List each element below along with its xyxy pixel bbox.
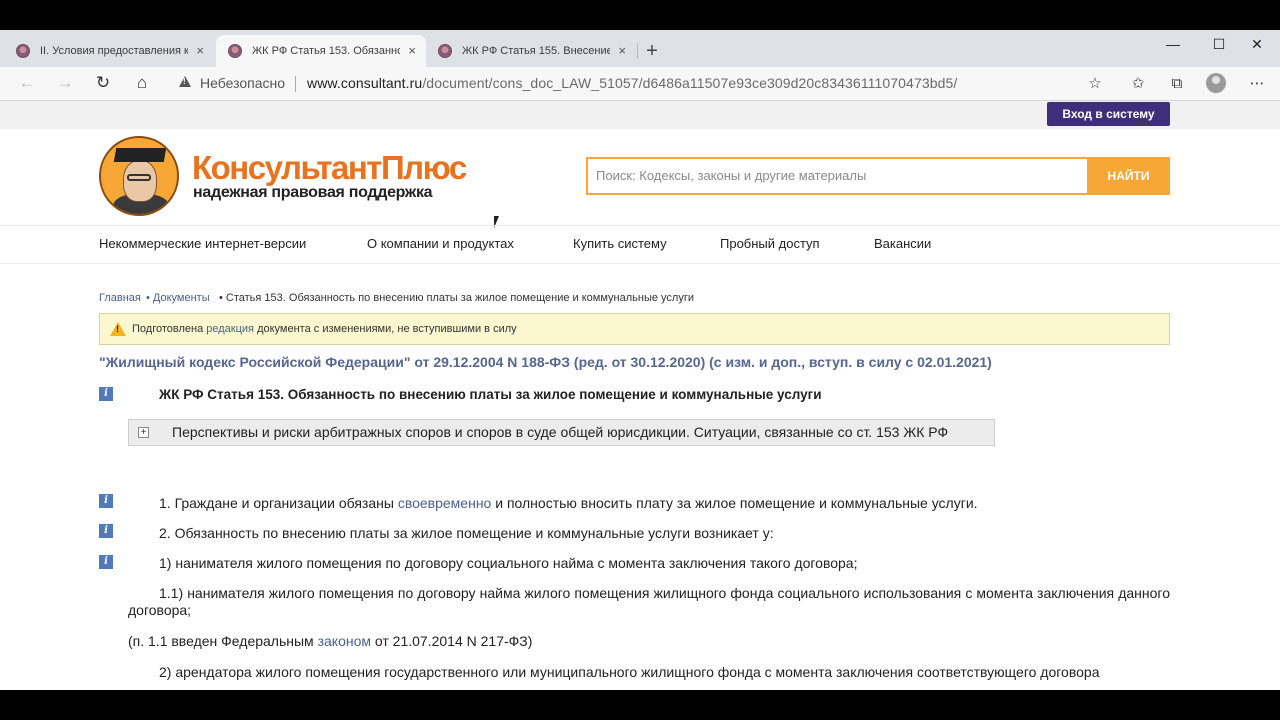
paragraph-5: (п. 1.1 введен Федеральным законом от 21… <box>128 633 533 649</box>
consultant-logo-icon[interactable] <box>99 136 179 216</box>
new-tab-button[interactable]: + <box>642 35 662 67</box>
breadcrumb-current: • Статья 153. Обязанность по внесению пл… <box>219 292 694 304</box>
close-window-button[interactable]: ✕ <box>1234 30 1280 60</box>
favorite-star-icon[interactable]: ☆ <box>1084 73 1106 95</box>
tab-article-155[interactable]: ЖК РФ Статья 155. Внесение пл × <box>426 35 636 67</box>
paragraph-1: 1. Граждане и организации обязаны своевр… <box>159 495 978 511</box>
tab-conditions[interactable]: II. Условия предоставления ком × <box>4 35 214 67</box>
code-title[interactable]: "Жилищный кодекс Российской Федерации" о… <box>99 354 992 370</box>
nav-noncommercial[interactable]: Некоммерческие интернет-версии <box>99 236 306 251</box>
nav-trial[interactable]: Пробный доступ <box>720 236 820 251</box>
close-tab-icon[interactable]: × <box>196 35 204 67</box>
url-host: www.consultant.ru <box>307 75 423 91</box>
paragraph-6: 2) арендатора жилого помещения государст… <box>159 664 1100 680</box>
mouse-cursor-icon <box>494 216 499 228</box>
browser-toolbar: ← → ↻ ⌂ Небезопасно www.consultant.ru/do… <box>0 67 1280 101</box>
breadcrumb-home[interactable]: Главная <box>99 292 141 304</box>
close-tab-icon[interactable]: × <box>408 35 416 67</box>
forward-icon[interactable]: → <box>54 72 76 94</box>
collections-icon[interactable]: ⧉ <box>1166 73 1188 95</box>
back-icon[interactable]: ← <box>16 72 38 94</box>
browser-window: II. Условия предоставления ком × ЖК РФ С… <box>0 30 1280 690</box>
profile-avatar-icon[interactable] <box>1206 73 1226 93</box>
tab-title: ЖК РФ Статья 153. Обязанность <box>252 45 400 57</box>
tab-article-153[interactable]: ЖК РФ Статья 153. Обязанность × <box>216 35 426 67</box>
brand-tagline: надежная правовая поддержка <box>193 184 433 201</box>
edition-notice: Подготовлена редакция документа с измене… <box>99 313 1170 345</box>
close-tab-icon[interactable]: × <box>618 35 626 67</box>
info-icon[interactable]: i <box>99 555 113 569</box>
search-button[interactable]: НАЙТИ <box>1087 157 1170 195</box>
tab-bar: II. Условия предоставления ком × ЖК РФ С… <box>0 30 1280 67</box>
url-path: /document/cons_doc_LAW_51057/d6486a11507… <box>422 75 958 91</box>
consultant-favicon-icon <box>228 44 242 58</box>
timely-link[interactable]: своевременно <box>398 495 492 511</box>
login-button[interactable]: Вход в систему <box>1047 102 1170 126</box>
nav-vacancies[interactable]: Вакансии <box>874 236 931 251</box>
info-icon[interactable]: i <box>99 524 113 538</box>
security-label: Небезопасно <box>200 75 286 91</box>
warning-icon <box>179 76 191 87</box>
reload-icon[interactable]: ↻ <box>92 72 114 94</box>
perspectives-block[interactable]: + Перспективы и риски арбитражных споров… <box>128 419 995 446</box>
edition-link[interactable]: редакция <box>206 323 254 335</box>
nav-divider <box>0 263 1280 264</box>
tab-title: ЖК РФ Статья 155. Внесение пл <box>462 45 610 57</box>
consultant-favicon-icon <box>438 44 452 58</box>
nav-divider <box>0 225 1280 226</box>
home-icon[interactable]: ⌂ <box>131 72 153 94</box>
more-menu-icon[interactable]: ⋯ <box>1246 73 1268 95</box>
search-input[interactable]: Поиск: Кодексы, законы и другие материал… <box>586 157 1087 195</box>
minimize-button[interactable]: — <box>1150 30 1196 60</box>
tab-separator <box>637 43 638 59</box>
paragraph-3: 1) нанимателя жилого помещения по догово… <box>159 555 858 571</box>
breadcrumb-documents[interactable]: • Документы <box>146 292 210 304</box>
article-title: ЖК РФ Статья 153. Обязанность по внесени… <box>159 387 822 402</box>
nav-about[interactable]: О компании и продуктах <box>367 236 514 251</box>
paragraph-2: 2. Обязанность по внесению платы за жило… <box>159 525 774 541</box>
web-page: Вход в систему КонсультантПлюс надежная … <box>0 101 1280 690</box>
info-icon[interactable]: i <box>99 494 113 508</box>
nav-buy[interactable]: Купить систему <box>573 236 667 251</box>
url-text: www.consultant.ru/document/cons_doc_LAW_… <box>307 75 957 91</box>
address-separator <box>295 76 296 92</box>
paragraph-4: 1.1) нанимателя жилого помещения по дого… <box>128 585 1170 618</box>
consultant-favicon-icon <box>16 44 30 58</box>
favorites-list-icon[interactable]: ✩ <box>1127 73 1149 95</box>
tab-title: II. Условия предоставления ком <box>40 45 188 57</box>
brand-name[interactable]: КонсультантПлюс <box>192 151 467 184</box>
expand-icon[interactable]: + <box>138 427 149 438</box>
perspectives-text: Перспективы и риски арбитражных споров и… <box>172 424 949 440</box>
law-link[interactable]: законом <box>318 633 371 649</box>
info-icon[interactable]: i <box>99 387 113 401</box>
warning-icon <box>110 322 126 336</box>
